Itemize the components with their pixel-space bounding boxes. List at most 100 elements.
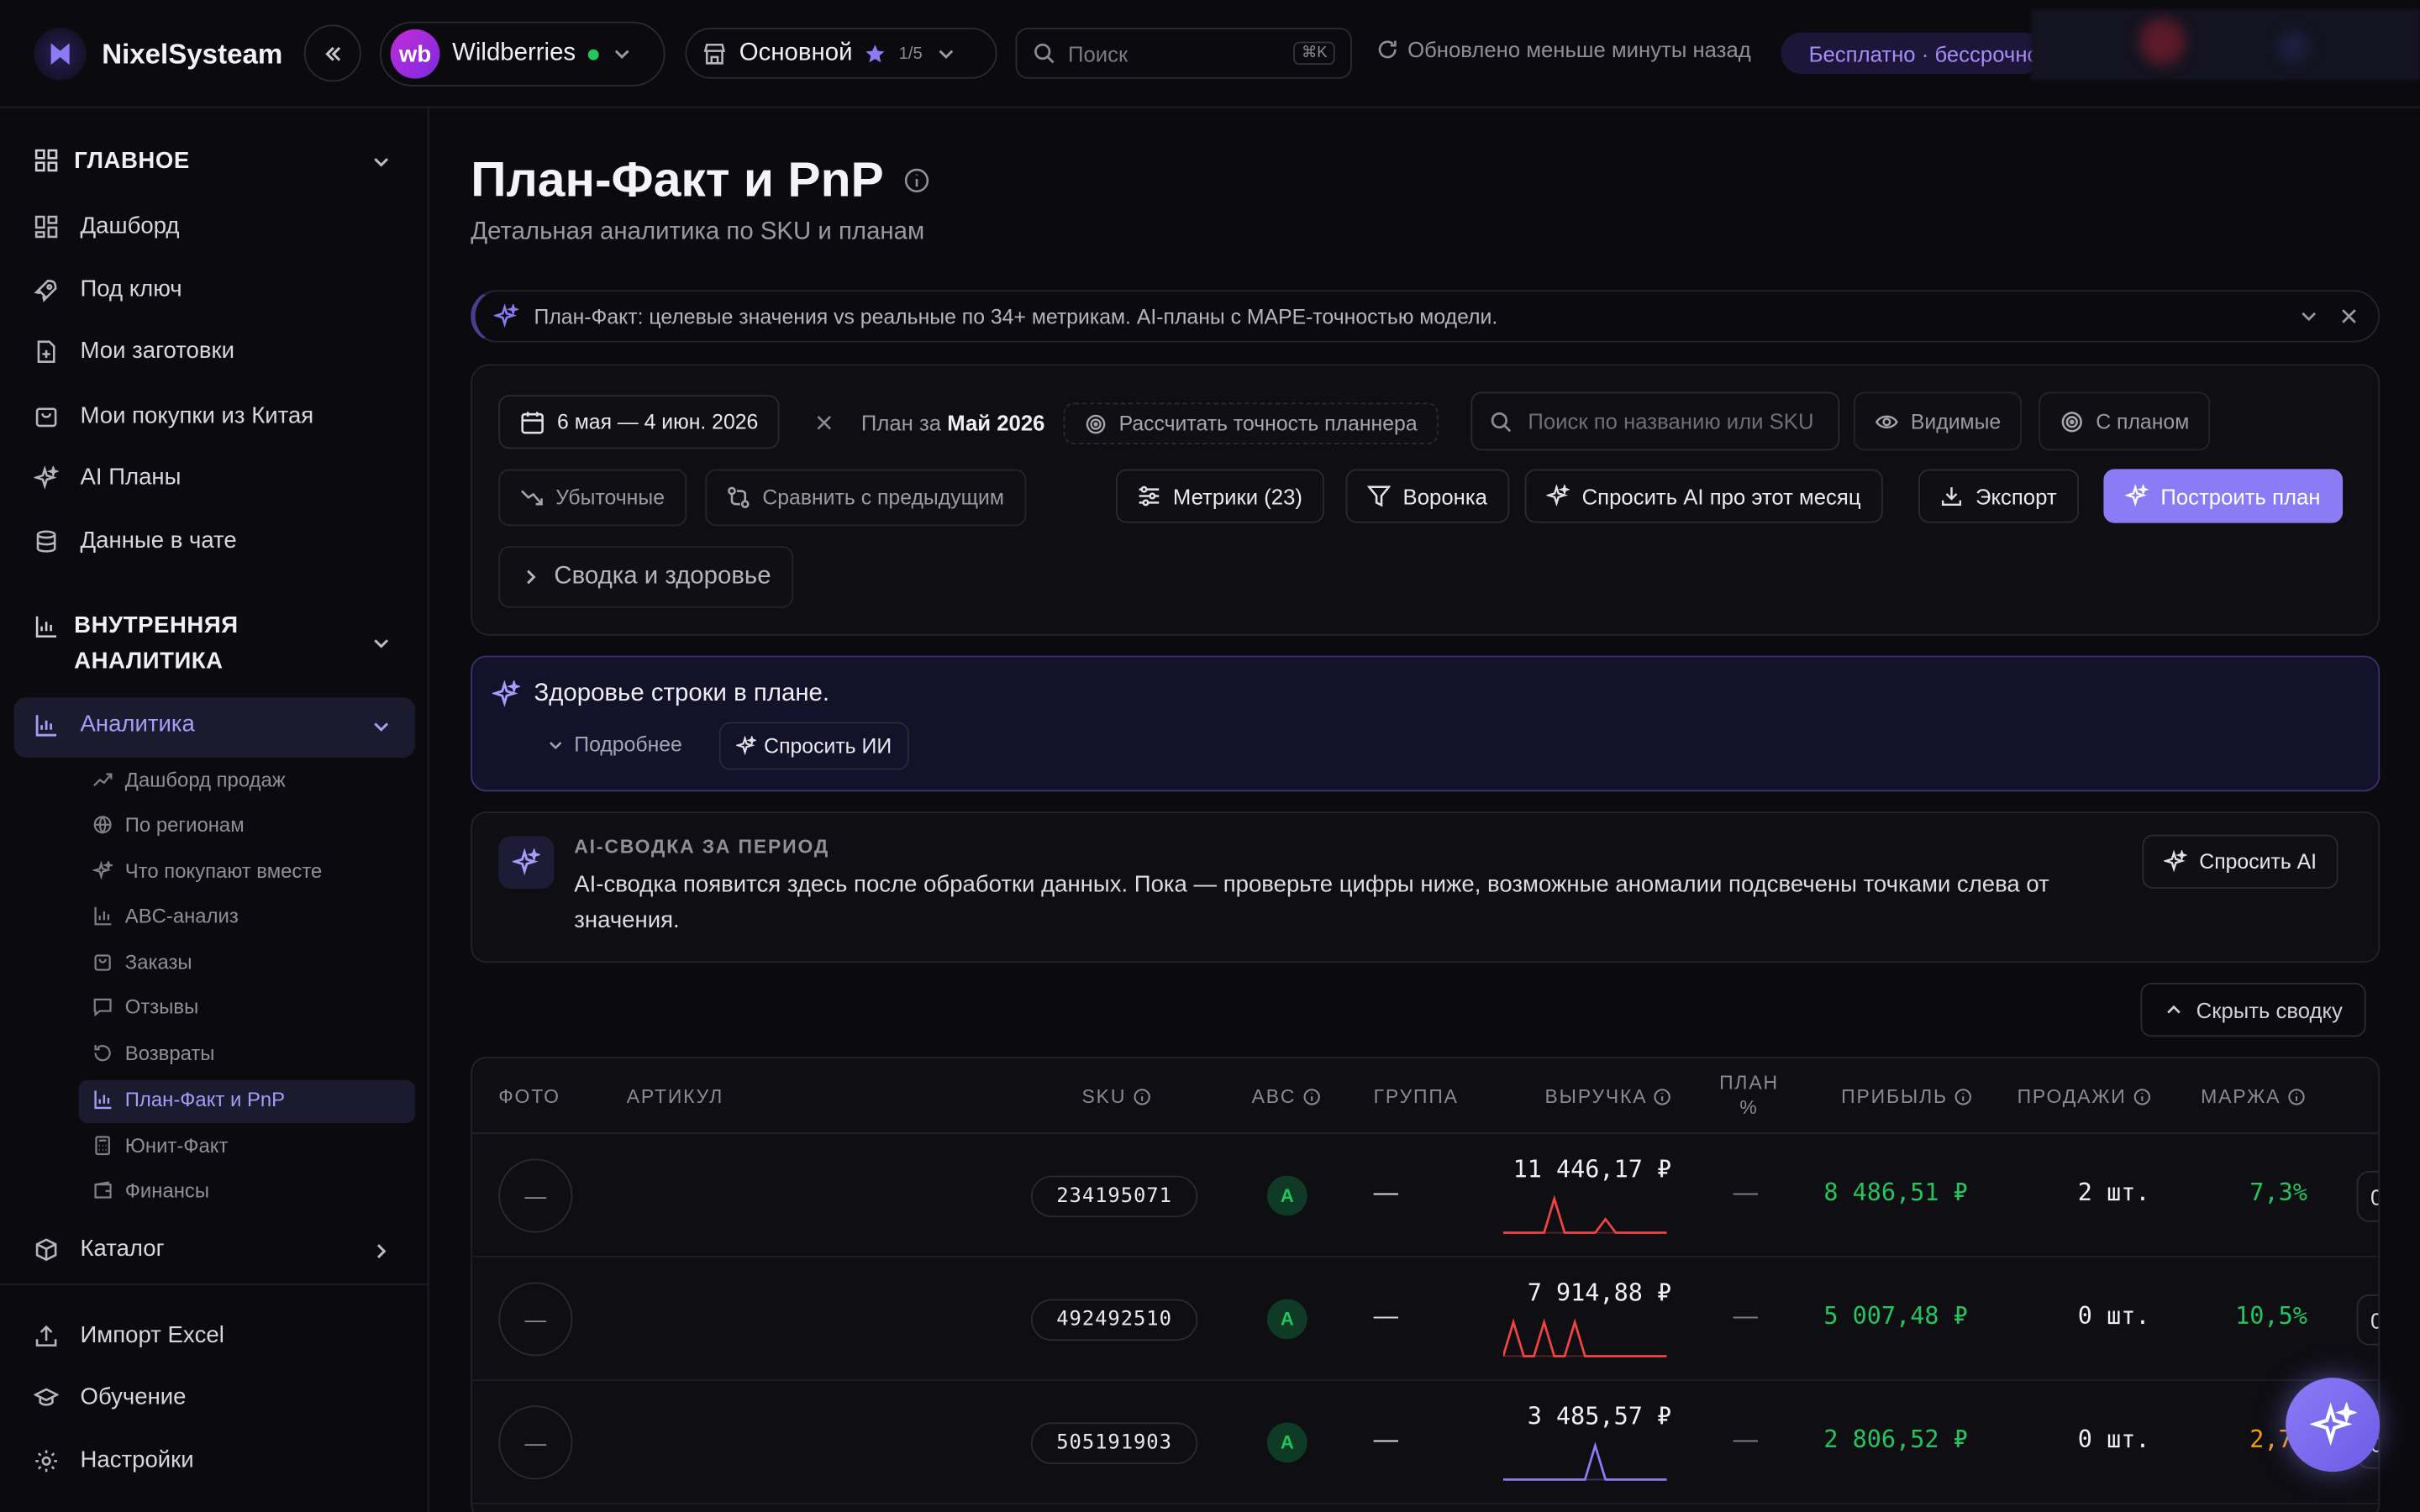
file-plus-icon <box>37 339 55 363</box>
database-icon <box>36 529 56 552</box>
plan-month-label[interactable]: План за Май 2026 <box>861 411 1045 435</box>
col-group[interactable]: ГРУППА <box>1374 1086 1459 1108</box>
table-row[interactable]: — 492492510 A — 7 914,88 ₽ — 5 007,48 ₽ … <box>472 1257 2379 1381</box>
visible-filter-button[interactable]: Видимые <box>1853 391 2023 451</box>
sku-search-input[interactable]: Поиск по названию или SKU <box>1470 391 1840 451</box>
export-button[interactable]: Экспорт <box>1918 469 2079 523</box>
chevron-down-icon[interactable] <box>371 716 392 738</box>
sidebar-sub-abc[interactable]: ABC-анализ <box>92 904 239 927</box>
metrics-button[interactable]: Метрики (23) <box>1115 469 1324 523</box>
margin-value: 7,3% <box>2249 1179 2307 1207</box>
col-photo[interactable]: ФОТО <box>498 1086 560 1108</box>
chevron-down-icon[interactable] <box>371 633 392 654</box>
bar-chart-icon <box>35 714 57 736</box>
sales-value: 0 шт. <box>2077 1425 2150 1454</box>
close-icon[interactable] <box>2338 306 2360 328</box>
sidebar-sub-finance[interactable]: Финансы <box>92 1179 209 1202</box>
collapse-sidebar-button[interactable] <box>303 24 361 82</box>
sidebar-sub-orders[interactable]: Заказы <box>92 950 192 974</box>
sidebar-sub-unit-fact[interactable]: Юнит-Факт <box>92 1134 228 1158</box>
visible-filter-label: Видимые <box>1910 409 2002 433</box>
table-row[interactable]: — 505191903 A — 3 485,57 ₽ — 2 806,52 ₽ … <box>472 1381 2379 1504</box>
ask-ai-month-label: Спросить AI про этот месяц <box>1581 483 1861 509</box>
target-icon <box>1086 413 1106 433</box>
sidebar-sub-returns[interactable]: Возвраты <box>92 1042 214 1064</box>
plan-badge[interactable]: Бесплатно · бессрочно <box>1781 32 2044 75</box>
info-icon[interactable] <box>902 165 930 193</box>
col-sales[interactable]: ПРОДАЖИ <box>2018 1086 2151 1108</box>
truncated-cell[interactable]: 0 <box>2356 1294 2379 1346</box>
col-abc[interactable]: ABC <box>1252 1086 1321 1108</box>
health-details-toggle[interactable]: Подробнее <box>546 732 682 756</box>
chevron-up-icon <box>2167 1005 2181 1014</box>
sku-chip[interactable]: 234195071 <box>1030 1175 1198 1218</box>
sidebar-item-settings[interactable]: Настройки <box>34 1447 194 1473</box>
sidebar-sub-bought-together[interactable]: Что покупают вместе <box>92 859 322 883</box>
sidebar-sub-label: Финансы <box>124 1179 210 1202</box>
chevron-down-icon[interactable] <box>2298 306 2320 328</box>
sidebar-item-turnkey[interactable]: Под ключ <box>34 276 182 302</box>
sparkline-line <box>1502 1318 1667 1357</box>
table-row[interactable]: — 234195071 A — 11 446,17 ₽ — 8 486,51 ₽… <box>472 1134 2379 1257</box>
col-revenue[interactable]: ВЫРУЧКА <box>1545 1086 1672 1108</box>
col-plan-percent[interactable]: ПЛАН% <box>1719 1073 1779 1119</box>
sidebar-item-chat-data[interactable]: Данные в чате <box>34 528 237 554</box>
col-article[interactable]: АРТИКУЛ <box>627 1086 724 1108</box>
info-banner: План-Факт: целевые значения vs реальные … <box>471 290 2381 343</box>
col-sku[interactable]: SKU <box>1082 1086 1151 1108</box>
close-icon[interactable] <box>815 413 834 432</box>
sidebar-item-catalog[interactable]: Каталог <box>34 1236 165 1262</box>
sidebar-item-ai-plans[interactable]: AI Планы <box>34 465 181 491</box>
section-internal-header[interactable]: ВНУТРЕННЯЯ АНАЛИТИКА <box>34 608 238 679</box>
hide-summary-button[interactable]: Скрыть сводку <box>2140 982 2366 1037</box>
main-content: План-Факт и PnP Детальная аналитика по S… <box>429 108 2420 1512</box>
chevron-right-icon[interactable] <box>371 1241 392 1263</box>
profile-selector[interactable]: Основной 1/5 <box>685 28 997 79</box>
sidebar-sub-regions[interactable]: По регионам <box>92 813 245 836</box>
shopping-bag-icon <box>35 407 57 427</box>
compare-previous-button[interactable]: Сравнить с предыдущим <box>705 469 1026 527</box>
sidebar-sub-plan-fact[interactable]: План-Факт и PnP <box>92 1088 285 1110</box>
sparkles-icon <box>736 736 756 756</box>
loss-filter-button[interactable]: Убыточные <box>498 469 687 527</box>
brand[interactable]: NixelSysteam <box>34 28 282 81</box>
store-icon <box>703 43 726 64</box>
truncated-cell[interactable]: 0 <box>2356 1171 2379 1222</box>
funnel-button[interactable]: Воронка <box>1345 469 1509 523</box>
with-plan-filter-button[interactable]: С планом <box>2039 391 2211 451</box>
sidebar-item-import-excel[interactable]: Импорт Excel <box>34 1322 224 1348</box>
git-compare-icon <box>728 486 750 509</box>
col-margin[interactable]: МАРЖА <box>2201 1086 2306 1108</box>
calculator-icon <box>95 1136 110 1156</box>
refresh-icon <box>1378 40 1397 59</box>
sidebar-sub-sales-dashboard[interactable]: Дашборд продаж <box>92 769 286 791</box>
sidebar-item-analytics[interactable]: Аналитика <box>34 711 195 738</box>
col-profit[interactable]: ПРИБЫЛЬ <box>1841 1086 1972 1108</box>
health-ask-ai-button[interactable]: Спросить ИИ <box>718 722 909 770</box>
section-main-label: ГЛАВНОЕ <box>74 148 190 175</box>
sidebar-sub-reviews[interactable]: Отзывы <box>92 995 198 1018</box>
build-plan-button[interactable]: Построить план <box>2103 469 2343 523</box>
sales-value: 2 шт. <box>2077 1179 2150 1207</box>
ask-ai-month-button[interactable]: Спросить AI про этот месяц <box>1524 469 1883 523</box>
sidebar-item-learning[interactable]: Обучение <box>34 1384 186 1410</box>
chevron-down-icon[interactable] <box>371 151 392 173</box>
summary-health-toggle[interactable]: Сводка и здоровье <box>498 546 793 608</box>
store-selector[interactable]: wb Wildberries <box>379 21 666 87</box>
sidebar-item-china-purchases[interactable]: Мои покупки из Китая <box>34 402 313 429</box>
sidebar-item-dashboard[interactable]: Дашборд <box>34 213 179 239</box>
sidebar-item-drafts[interactable]: Мои заготовки <box>34 338 234 364</box>
planner-accuracy-button[interactable]: Рассчитать точность планнера <box>1063 402 1439 444</box>
sidebar-sub-label: Что покупают вместе <box>124 859 323 883</box>
section-main-header[interactable]: ГЛАВНОЕ <box>34 148 190 175</box>
ai-summary-ask-button[interactable]: Спросить AI <box>2142 834 2338 889</box>
sku-chip[interactable]: 492492510 <box>1030 1299 1198 1341</box>
sales-value: 0 шт. <box>2077 1302 2150 1331</box>
blurred-user-area[interactable] <box>2031 9 2420 81</box>
global-search-input[interactable]: Поиск ⌘K <box>1015 28 1352 79</box>
ai-assistant-fab[interactable] <box>2286 1378 2381 1473</box>
date-range-picker[interactable]: 6 мая — 4 июн. 2026 <box>498 395 781 449</box>
sparkles-icon <box>492 680 520 707</box>
update-status[interactable]: Обновлено меньше минуты назад <box>1376 37 1751 61</box>
sku-chip[interactable]: 505191903 <box>1030 1422 1198 1465</box>
